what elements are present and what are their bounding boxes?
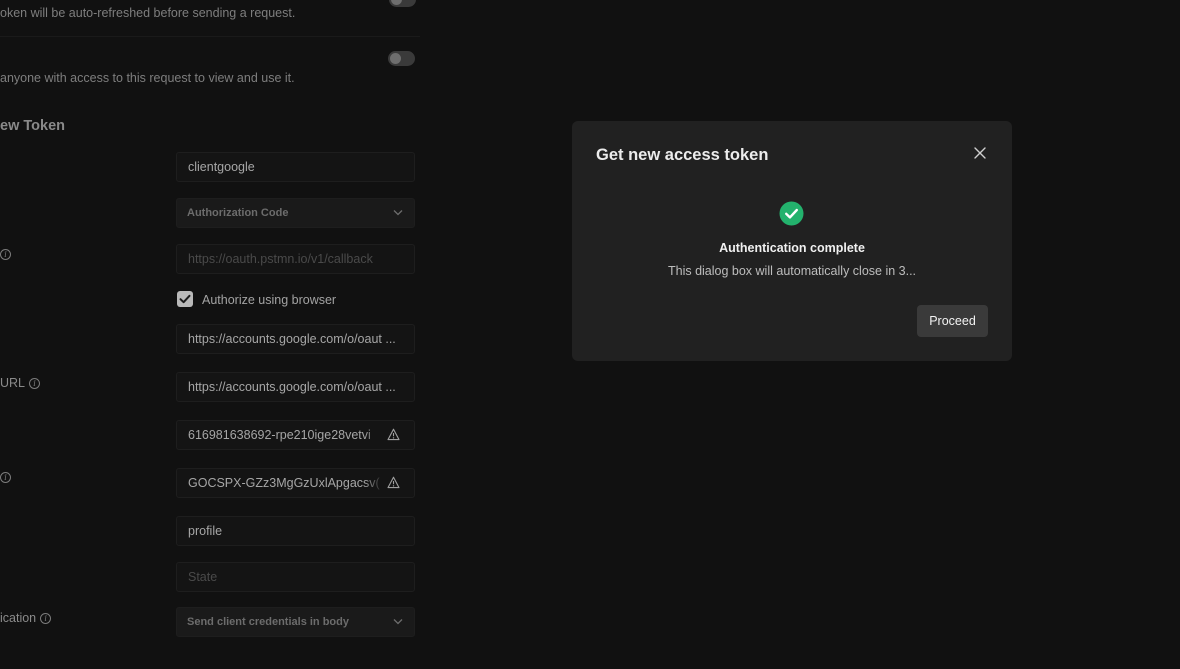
close-icon[interactable] — [973, 146, 987, 160]
check-circle-icon — [779, 201, 804, 226]
get-access-token-dialog: Get new access token Authentication comp… — [572, 121, 1012, 361]
dialog-title: Get new access token — [596, 146, 769, 164]
auto-close-message: This dialog box will automatically close… — [667, 264, 917, 278]
proceed-button[interactable]: Proceed — [917, 305, 988, 337]
authentication-status-title: Authentication complete — [719, 241, 865, 255]
